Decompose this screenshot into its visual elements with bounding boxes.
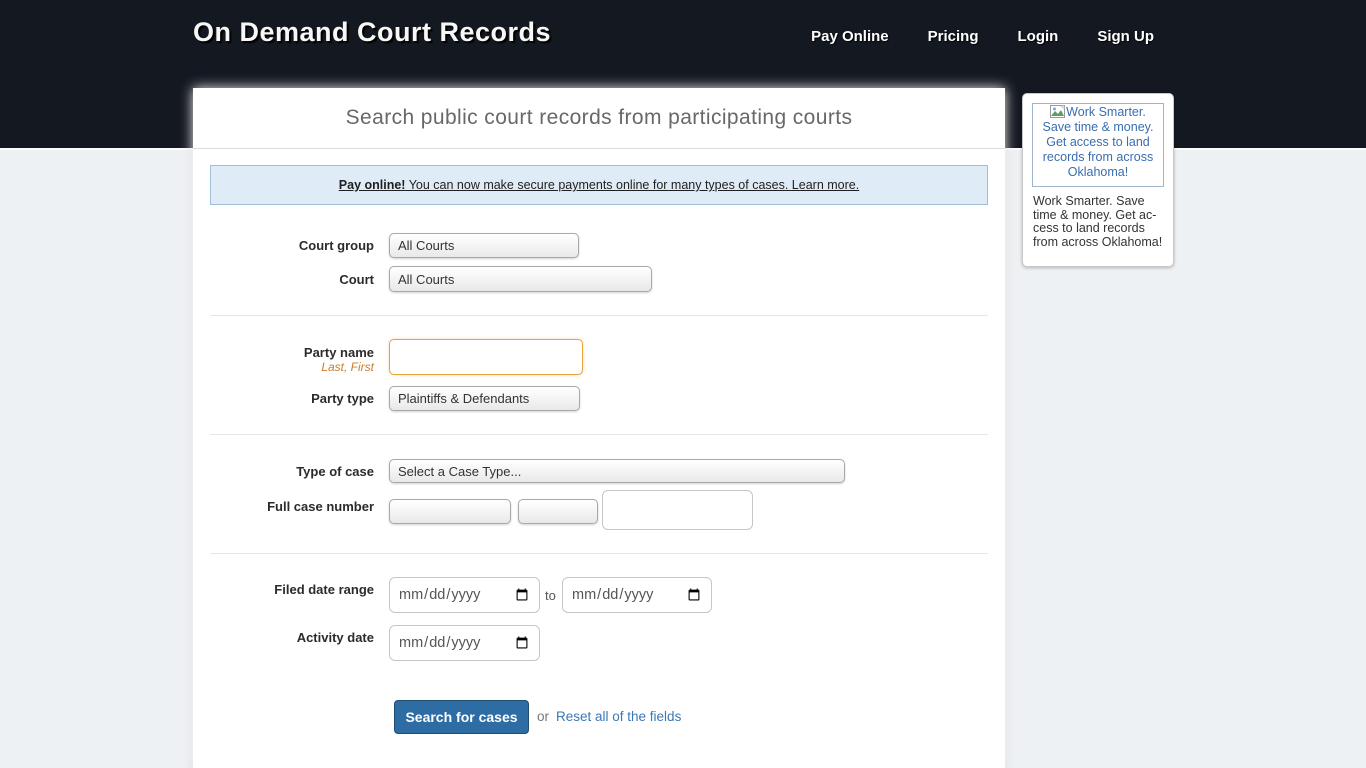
party-type-select[interactable]: Plaintiffs & Defendants <box>389 386 580 411</box>
case-number-type-select[interactable] <box>518 499 598 524</box>
case-number-label: Full case number <box>210 499 374 514</box>
search-panel: Search public court records from partici… <box>193 88 1005 768</box>
nav-pricing[interactable]: Pricing <box>928 28 979 45</box>
broken-image-icon <box>1050 105 1065 118</box>
pay-online-banner[interactable]: Pay online! You can now make secure paym… <box>210 165 988 205</box>
party-type-label: Party type <box>210 391 374 406</box>
header-nav: Pay Online Pricing Login Sign Up <box>811 28 1154 45</box>
filed-date-range-label: Filed date range <box>210 582 374 597</box>
section-divider <box>210 315 988 316</box>
party-name-input[interactable] <box>389 339 583 375</box>
court-group-label: Court group <box>210 238 374 253</box>
ad-caption: Work Smarter. Save time & money. Get ac-… <box>1033 195 1169 249</box>
ad-broken-image-box[interactable]: Work Smarter. Save time & money. Get acc… <box>1032 103 1164 187</box>
filed-date-to-input[interactable] <box>562 577 712 613</box>
case-type-label: Type of case <box>210 464 374 479</box>
banner-learn-more-link[interactable]: Learn more. <box>792 178 859 192</box>
banner-lead: Pay online! <box>339 178 406 192</box>
case-type-select[interactable]: Select a Case Type... <box>389 459 845 483</box>
search-for-cases-button[interactable]: Search for cases <box>394 700 529 734</box>
page: On Demand Court Records Pay Online Prici… <box>0 0 1366 768</box>
activity-date-input[interactable] <box>389 625 540 661</box>
case-number-year-select[interactable] <box>389 499 511 524</box>
nav-sign-up[interactable]: Sign Up <box>1097 28 1154 45</box>
section-divider <box>210 553 988 554</box>
date-range-separator: to <box>545 588 556 603</box>
page-title: Search public court records from partici… <box>193 88 1005 149</box>
section-divider <box>210 434 988 435</box>
banner-body: You can now make secure payments online … <box>405 178 791 192</box>
nav-pay-online[interactable]: Pay Online <box>811 28 889 45</box>
activity-date-label: Activity date <box>210 630 374 645</box>
filed-date-from-input[interactable] <box>389 577 540 613</box>
court-select[interactable]: All Courts <box>389 266 652 292</box>
or-text: or <box>537 709 549 724</box>
reset-fields-link[interactable]: Reset all of the fields <box>556 709 681 724</box>
land-records-ad-card[interactable]: Work Smarter. Save time & money. Get acc… <box>1022 93 1174 267</box>
court-group-select[interactable]: All Courts <box>389 233 579 258</box>
court-label: Court <box>210 272 374 287</box>
brand-title[interactable]: On Demand Court Records <box>193 17 551 48</box>
nav-login[interactable]: Login <box>1018 28 1059 45</box>
party-name-label: Party name <box>210 345 374 360</box>
case-number-input[interactable] <box>602 490 753 530</box>
party-name-hint: Last, First <box>210 360 374 374</box>
